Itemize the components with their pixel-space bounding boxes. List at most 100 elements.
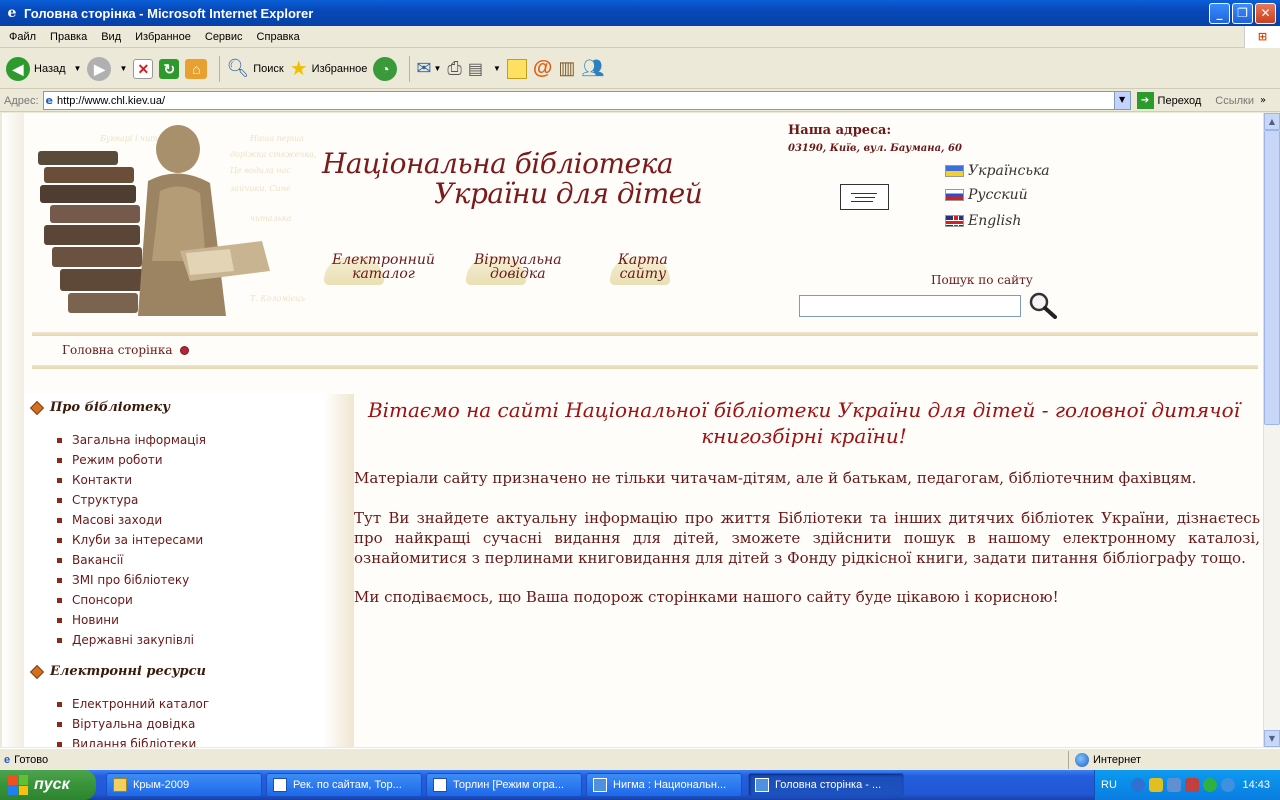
language-indicator[interactable]: RU [1101, 779, 1117, 791]
page-body: Букварі і читанку, Наша перша доріжка сте… [24, 113, 1263, 747]
shield-icon[interactable] [1148, 778, 1163, 792]
forward-dropdown-icon[interactable]: ▼ [119, 64, 127, 73]
sidebar-item[interactable]: Спонсори [57, 593, 133, 607]
sidebar-item[interactable]: Новини [57, 613, 119, 627]
lang-ukrainian[interactable]: Українська [945, 163, 1050, 179]
taskbar-item[interactable]: Торлин [Режим огра... [426, 773, 582, 797]
scroll-up-icon[interactable]: ▲ [1264, 113, 1280, 130]
address-text: 03190, Київ, вул. Баумана, 60 [788, 143, 962, 154]
sidebar-item[interactable]: Структура [56, 493, 138, 507]
folder-icon [113, 778, 127, 792]
security-zone: Интернет [1068, 751, 1141, 769]
back-button[interactable]: ◀ Назад ▼ [6, 56, 82, 81]
library-title-line1: Національна бібліотека [322, 147, 674, 180]
links-chevron-icon[interactable]: » [1260, 95, 1266, 106]
start-label: пуск [34, 776, 70, 793]
vertical-scrollbar[interactable]: ▲ ▼ [1263, 113, 1280, 747]
messenger-icon[interactable] [1202, 778, 1217, 792]
menu-edit[interactable]: Правка [43, 31, 94, 43]
search-button[interactable]: 🔍︎ Поиск [226, 58, 283, 79]
status-bar: e Готово Интернет [0, 748, 1280, 770]
sidebar-item[interactable]: Електронний каталог [56, 697, 209, 711]
envelope-icon[interactable] [840, 184, 889, 210]
close-button[interactable]: ✕ [1255, 3, 1276, 24]
go-button[interactable]: ➔ Переход [1136, 92, 1202, 109]
home-button[interactable]: ⌂ [185, 58, 208, 79]
mailto-button[interactable]: @ [533, 57, 553, 80]
maximize-button[interactable]: ❐ [1232, 3, 1253, 24]
bullet-icon [179, 345, 189, 355]
nav-sitemap[interactable]: Карта сайту [610, 253, 670, 285]
nav-virtual-reference[interactable]: Віртуальна довідка [466, 253, 562, 285]
links-button[interactable]: Ссылки [1215, 95, 1254, 107]
magnifier-icon: 🔍︎ [226, 58, 250, 78]
bluetooth-icon[interactable] [1220, 778, 1235, 792]
edit-dropdown-icon[interactable]: ▼ [493, 64, 501, 73]
russia-flag-icon [945, 189, 964, 201]
favorites-button[interactable]: ★ Избранное [290, 56, 368, 81]
site-search-magnifier-icon[interactable] [1026, 291, 1058, 319]
back-dropdown-icon[interactable]: ▼ [74, 64, 82, 73]
forward-button[interactable]: ▶ ▼ [87, 56, 127, 81]
sidebar-item[interactable]: Режим роботи [57, 453, 163, 467]
system-tray: RU 14:43 [1094, 770, 1280, 800]
site-search-label: Пошук по сайту [931, 273, 1033, 287]
menu-favorites[interactable]: Избранное [128, 31, 198, 43]
edit-icon: ▤ [467, 60, 483, 78]
sidebar: Про бібліотеку Загальна інформація Режим… [24, 394, 354, 747]
minimize-button[interactable]: _ [1209, 3, 1230, 24]
research-button[interactable]: ▥ [558, 58, 575, 79]
sidebar-item[interactable]: ЗМІ про бібліотеку [56, 573, 189, 587]
sidebar-item[interactable]: Державні закупівлі [57, 633, 194, 647]
task-label: Нигма : Национальн... [613, 779, 727, 791]
site-search-input[interactable] [799, 295, 1021, 317]
lang-english[interactable]: English [945, 213, 1021, 229]
menu-view[interactable]: Вид [94, 31, 128, 43]
sidebar-item[interactable]: Віртуальна довідка [56, 717, 195, 731]
mail-dropdown-icon[interactable]: ▼ [434, 64, 442, 73]
sidebar-item[interactable]: Контакти [56, 473, 132, 487]
refresh-button[interactable]: ↻ [159, 58, 180, 79]
messenger-button[interactable]: 👥︎ [581, 58, 604, 79]
menu-help[interactable]: Справка [250, 31, 307, 43]
sidebar-item[interactable]: Вакансії [56, 553, 123, 567]
address-dropdown-icon[interactable]: ▼ [1113, 92, 1130, 109]
address-input[interactable]: e http://www.chl.kiev.ua/ ▼ [42, 91, 1131, 110]
breadcrumb[interactable]: Головна сторінка [62, 343, 189, 357]
taskbar-item[interactable]: Крым-2009 [106, 773, 262, 797]
sidebar-item[interactable]: Масові заходи [56, 513, 162, 527]
history-button[interactable]: ◔ [373, 56, 398, 81]
stop-button[interactable]: ✕ [133, 58, 154, 79]
note-icon [506, 58, 527, 79]
ukraine-flag-icon [945, 165, 964, 177]
notes-button[interactable] [506, 58, 527, 79]
sidebar-section-about: Про бібліотеку [29, 400, 170, 415]
ie-icon: e [7, 5, 17, 21]
globe-icon [1075, 753, 1089, 767]
lang-russian[interactable]: Русский [945, 187, 1028, 203]
taskbar-item-active[interactable]: Головна сторінка - ... [748, 773, 904, 797]
word-doc-icon [433, 778, 447, 792]
antivirus-icon[interactable] [1184, 778, 1199, 792]
sidebar-item[interactable]: Загальна інформація [57, 433, 206, 447]
go-label: Переход [1157, 94, 1202, 107]
start-button[interactable]: пуск [0, 770, 96, 800]
zone-label: Интернет [1093, 754, 1141, 766]
sidebar-item[interactable]: Клуби за інтересами [56, 533, 203, 547]
nav-electronic-catalog[interactable]: Електронний каталог [324, 253, 435, 285]
scroll-thumb[interactable] [1264, 130, 1280, 425]
scroll-down-icon[interactable]: ▼ [1264, 730, 1280, 747]
network-icon[interactable] [1130, 778, 1145, 792]
monitor-icon[interactable] [1166, 778, 1181, 792]
forward-arrow-icon: ▶ [87, 56, 112, 81]
sidebar-item[interactable]: Видання бібліотеки [56, 737, 196, 747]
page-viewport: Букварі і читанку, Наша перша доріжка сте… [0, 113, 1263, 747]
edit-button[interactable]: ▤ ▼ [468, 59, 501, 79]
print-button[interactable]: ⎙ [447, 58, 461, 79]
toolbar: ◀ Назад ▼ ▶ ▼ ✕ ↻ ⌂ 🔍︎ Поиск ★ Избранное… [0, 49, 1280, 89]
taskbar-item[interactable]: Нигма : Национальн... [586, 773, 742, 797]
mail-button[interactable]: ✉ ▼ [416, 58, 441, 79]
menu-file[interactable]: Файл [2, 31, 43, 43]
menu-tools[interactable]: Сервис [198, 31, 250, 43]
taskbar-item[interactable]: Рек. по сайтам, Тор... [266, 773, 422, 797]
